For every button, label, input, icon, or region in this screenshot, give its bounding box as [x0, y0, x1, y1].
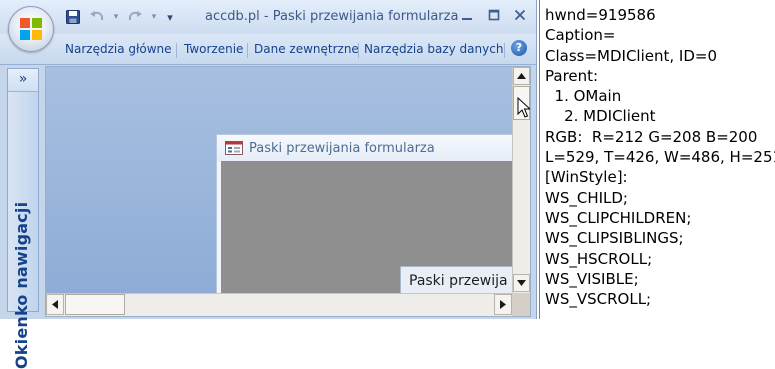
- ribbon-tabs: Narzędzia główne Tworzenie Dane zewnętrz…: [0, 34, 536, 65]
- tab-narzedzia-bazy-danych[interactable]: Narzędzia bazy danych: [364, 42, 503, 56]
- window-info-panel: hwnd=919586 Caption= Class=MDIClient, ID…: [539, 0, 775, 319]
- customize-icon[interactable]: ▾: [164, 11, 176, 24]
- tab-divider: [504, 43, 505, 58]
- undo-icon[interactable]: [88, 8, 106, 26]
- info-parent-2: 2. MDIClient: [545, 107, 656, 126]
- mdi-workspace: Paski przewijania formularza Paski przew…: [46, 67, 512, 293]
- minimized-form[interactable]: Paski przewija: [400, 266, 512, 293]
- info-style-vscroll: WS_VSCROLL;: [545, 290, 652, 309]
- office-button[interactable]: [8, 6, 54, 52]
- mouse-cursor-icon: [517, 97, 530, 118]
- redo-dropdown-icon[interactable]: ▾: [150, 12, 158, 22]
- scroll-up-icon[interactable]: [513, 67, 530, 85]
- info-caption: Caption=: [545, 26, 616, 45]
- info-hwnd: hwnd=919586: [545, 6, 656, 24]
- undo-dropdown-icon[interactable]: ▾: [112, 12, 120, 22]
- scroll-left-icon[interactable]: [46, 294, 64, 315]
- maximize-icon[interactable]: [483, 5, 505, 25]
- window-title: accdb.pl - Paski przewijania formularza: [205, 9, 459, 24]
- horizontal-scroll-thumb[interactable]: [65, 294, 125, 315]
- info-class: Class=MDIClient, ID=0: [545, 46, 717, 65]
- scroll-down-icon[interactable]: [513, 274, 530, 292]
- save-icon[interactable]: [64, 8, 82, 26]
- access-window: ▾ ▾ ▾ accdb.pl - Paski przewijania formu…: [0, 0, 537, 369]
- info-style-child: WS_CHILD;: [545, 188, 628, 207]
- tab-narzedzia-glowne[interactable]: Narzędzia główne: [65, 42, 172, 56]
- nav-pane-expand-icon[interactable]: »: [8, 69, 38, 92]
- form-title: Paski przewijania formularza: [249, 141, 435, 156]
- form-title-bar[interactable]: Paski przewijania formularza: [217, 135, 512, 161]
- redo-icon[interactable]: [126, 8, 144, 26]
- mdi-client: Paski przewijania formularza Paski przew…: [45, 66, 531, 317]
- info-style-clipchildren: WS_CLIPCHILDREN;: [545, 208, 692, 227]
- minimized-form-label: Paski przewija: [409, 273, 508, 289]
- info-style-visible: WS_VISIBLE;: [545, 269, 639, 288]
- minimize-icon[interactable]: [456, 5, 478, 25]
- info-rect: L=529, T=426, W=486, H=251: [545, 148, 775, 167]
- close-icon[interactable]: [509, 5, 531, 25]
- info-winstyle-heading: [WinStyle]:: [545, 168, 628, 187]
- info-rgb: RGB: R=212 G=208 B=200: [545, 127, 758, 146]
- form-icon: [225, 141, 243, 155]
- office-logo-icon: [20, 18, 42, 40]
- tab-divider: [358, 43, 359, 58]
- tab-dane-zewnetrzne[interactable]: Dane zewnętrzne: [254, 42, 359, 56]
- help-icon[interactable]: ?: [511, 40, 527, 56]
- tab-divider: [247, 43, 248, 58]
- info-style-clipsiblings: WS_CLIPSIBLINGS;: [545, 229, 684, 248]
- horizontal-scrollbar[interactable]: [46, 293, 512, 316]
- tab-tworzenie[interactable]: Tworzenie: [184, 42, 243, 56]
- info-style-hscroll: WS_HSCROLL;: [545, 249, 653, 268]
- scroll-right-icon[interactable]: [494, 294, 512, 315]
- navigation-pane[interactable]: » Okienko nawigacji: [7, 68, 39, 369]
- quick-access-toolbar: ▾ ▾ ▾: [64, 7, 176, 27]
- scroll-corner: [512, 293, 530, 316]
- nav-pane-label: Okienko nawigacji: [12, 201, 31, 369]
- info-parent-1: 1. OMain: [545, 87, 622, 106]
- info-parent-heading: Parent:: [545, 66, 599, 85]
- title-bar: ▾ ▾ ▾ accdb.pl - Paski przewijania formu…: [0, 0, 536, 34]
- tab-divider: [176, 43, 177, 58]
